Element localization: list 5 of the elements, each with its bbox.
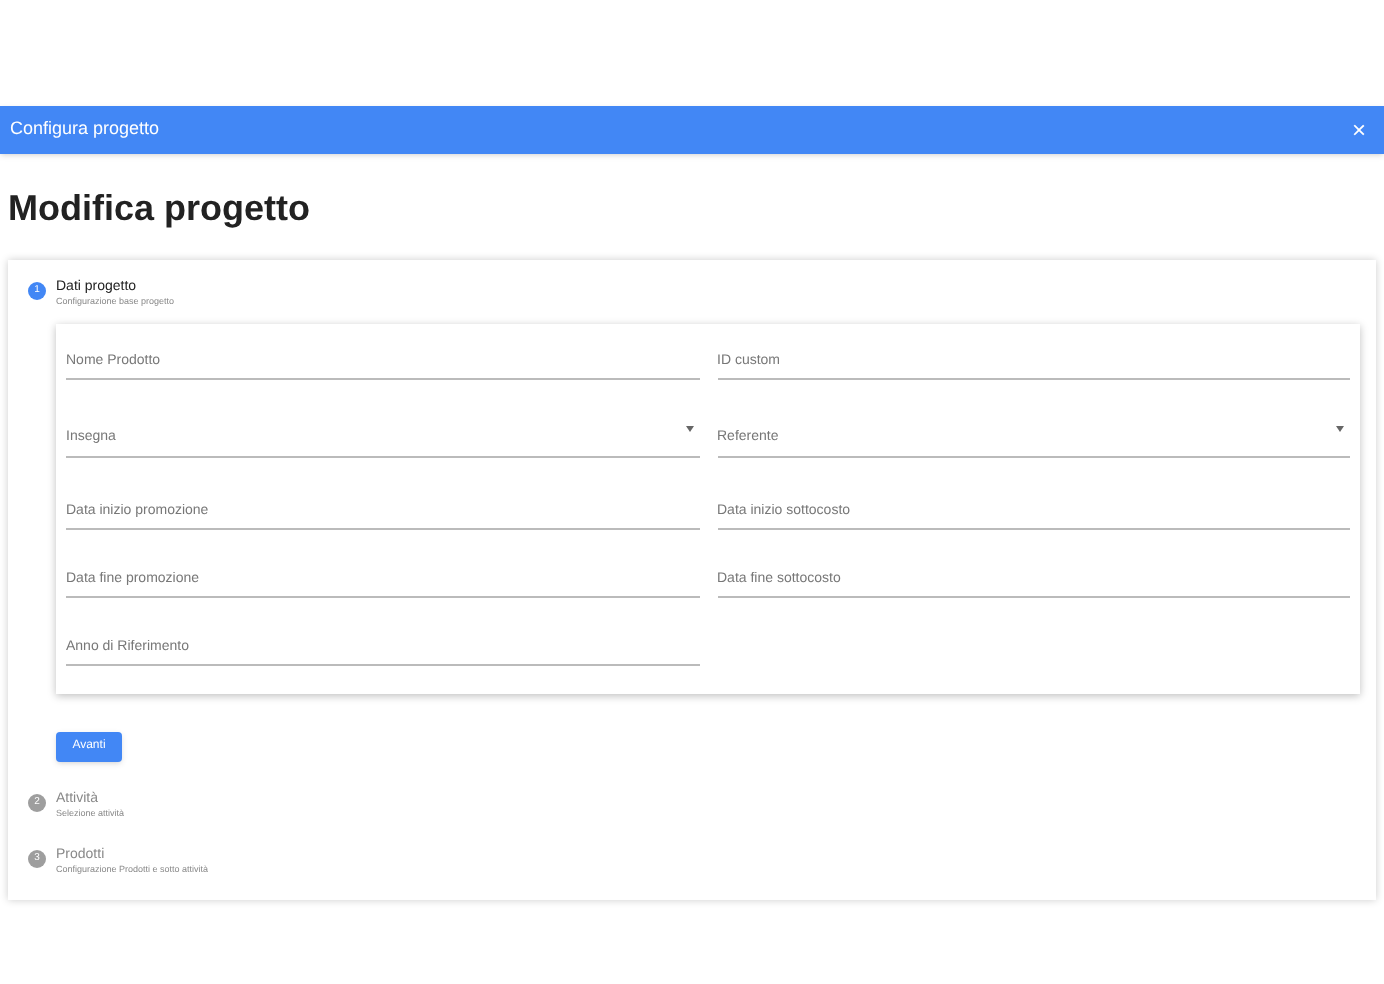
dialog-title: Configura progetto bbox=[10, 116, 160, 143]
page-heading: Modifica progetto bbox=[8, 186, 312, 232]
caret-icon bbox=[685, 426, 693, 432]
close-button[interactable]: × bbox=[1343, 118, 1374, 142]
caret-icon bbox=[1336, 426, 1344, 432]
